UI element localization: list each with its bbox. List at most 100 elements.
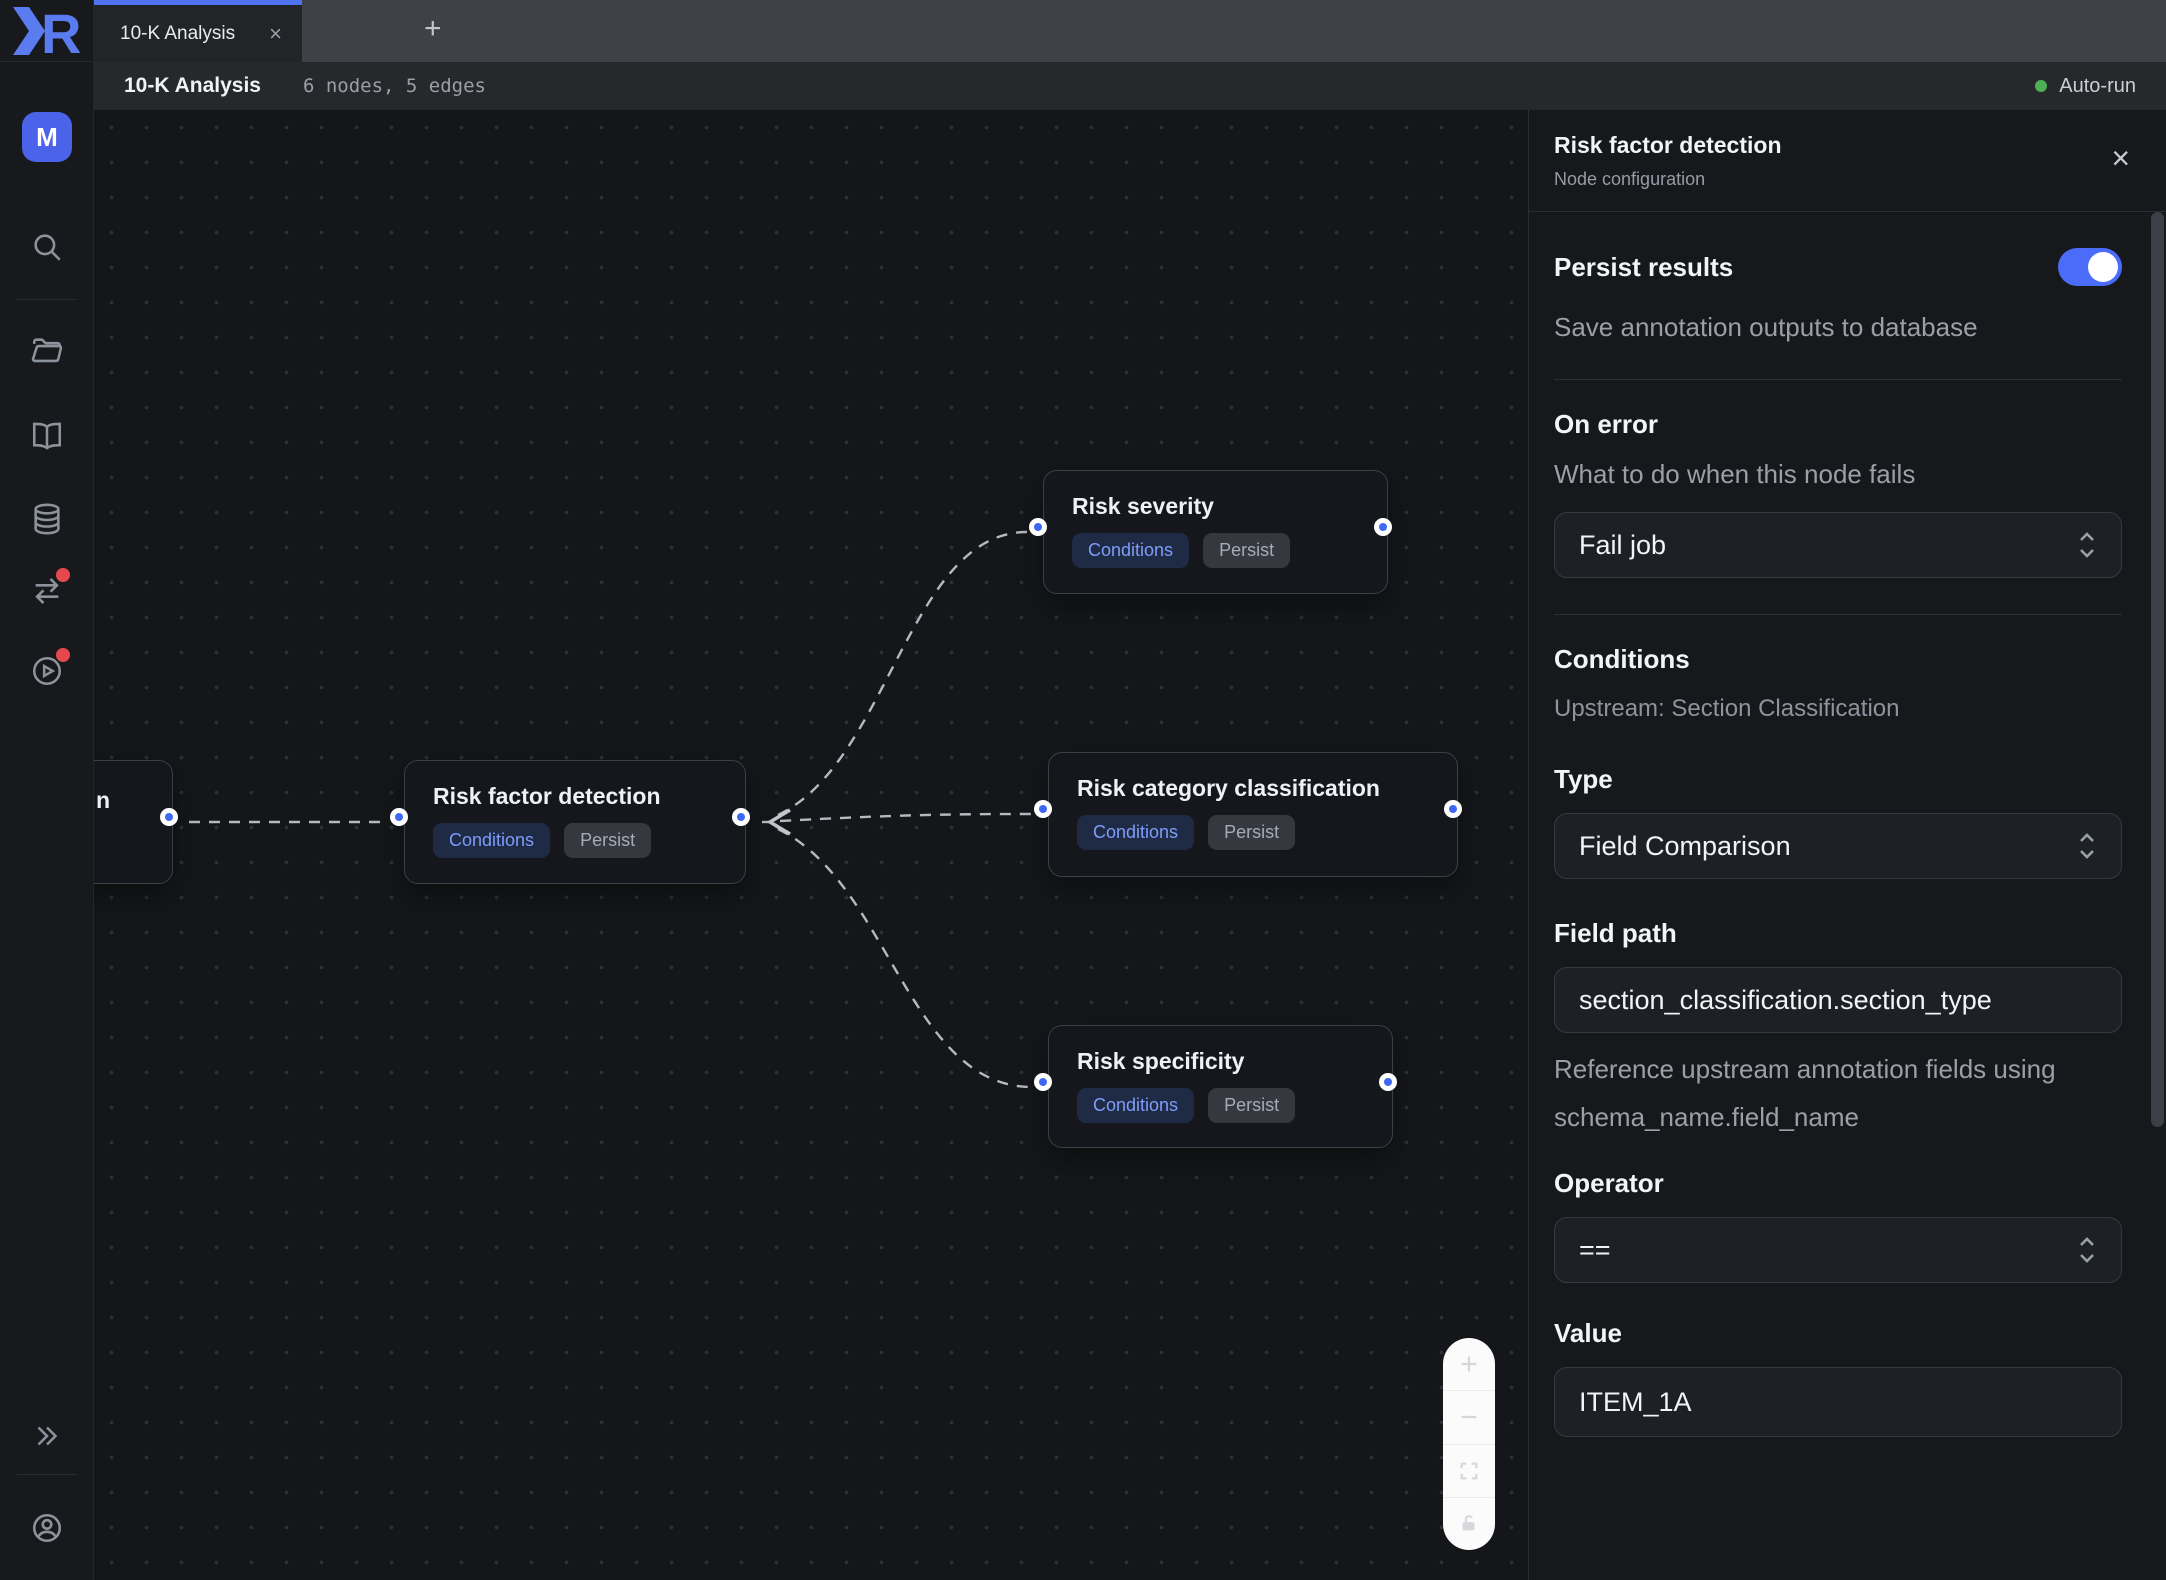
app-logo[interactable]: R	[0, 0, 94, 62]
node-risk-factor-detection[interactable]: Risk factor detection Conditions Persist	[404, 760, 746, 884]
persist-badge: Persist	[1203, 533, 1290, 568]
field-path-help: Reference upstream annotation fields usi…	[1554, 1045, 2122, 1141]
unlock-icon	[1458, 1513, 1480, 1535]
field-path-label: Field path	[1554, 915, 2122, 951]
sidebar-item-database[interactable]	[0, 502, 94, 536]
port-input[interactable]	[1034, 1073, 1052, 1091]
edge[interactable]	[778, 829, 1032, 1087]
node-title: Risk specificity	[1077, 1048, 1364, 1075]
panel-scrollbar[interactable]	[2151, 212, 2164, 1127]
port-output[interactable]	[732, 808, 750, 826]
zoom-in-button[interactable]	[1443, 1338, 1495, 1390]
autorun-status-dot	[2035, 80, 2047, 92]
search-icon	[30, 230, 64, 264]
sidebar-item-projects[interactable]	[0, 334, 94, 368]
zoom-out-button[interactable]	[1443, 1390, 1495, 1443]
tab-10k-analysis[interactable]: 10-K Analysis ×	[94, 0, 302, 62]
port-output[interactable]	[1374, 518, 1392, 536]
panel-body: Persist results Save annotation outputs …	[1529, 212, 2166, 1437]
sidebar-item-runs[interactable]	[0, 654, 94, 688]
conditions-badge: Conditions	[1077, 1088, 1194, 1123]
folder-icon	[30, 334, 64, 368]
fit-view-icon	[1458, 1460, 1480, 1482]
node-risk-severity[interactable]: Risk severity Conditions Persist	[1043, 470, 1388, 594]
persist-results-description: Save annotation outputs to database	[1554, 303, 1984, 351]
type-select[interactable]: Field Comparison	[1554, 813, 2122, 879]
sidebar-divider	[17, 1474, 77, 1475]
operator-select[interactable]: ==	[1554, 1217, 2122, 1283]
toggle-knob	[2088, 252, 2118, 282]
sidebar: R M	[0, 0, 94, 1580]
type-label: Type	[1554, 761, 2122, 797]
play-circle-icon	[30, 654, 64, 688]
port-input[interactable]	[1034, 800, 1052, 818]
notification-dot	[56, 648, 70, 662]
node-title: n	[96, 787, 110, 814]
conditions-upstream: Upstream: Section Classification	[1554, 693, 2122, 725]
workflow-title: 10-K Analysis	[124, 74, 261, 98]
conditions-label: Conditions	[1554, 641, 2122, 677]
conditions-badge: Conditions	[433, 823, 550, 858]
port-output[interactable]	[1444, 800, 1462, 818]
node-title: Risk category classification	[1077, 775, 1429, 802]
tab-bar: 10-K Analysis × +	[94, 0, 2166, 62]
chevrons-right-icon	[30, 1419, 64, 1453]
on-error-description: What to do when this node fails	[1554, 456, 2122, 492]
sidebar-item-search[interactable]	[0, 230, 94, 264]
book-icon	[30, 419, 64, 453]
node-title: Risk severity	[1072, 493, 1359, 520]
close-icon[interactable]: ×	[2111, 142, 2130, 174]
on-error-label: On error	[1554, 406, 2122, 442]
persist-badge: Persist	[564, 823, 651, 858]
database-icon	[30, 502, 64, 536]
conditions-badge: Conditions	[1077, 815, 1194, 850]
tab-label: 10-K Analysis	[120, 23, 269, 45]
persist-results-toggle[interactable]	[2058, 248, 2122, 286]
sidebar-collapse-button[interactable]	[0, 1419, 94, 1453]
sidebar-item-library[interactable]	[0, 419, 94, 453]
transfer-arrows-icon	[30, 574, 64, 608]
canvas-zoom-controls	[1443, 1338, 1495, 1550]
on-error-select[interactable]: Fail job	[1554, 512, 2122, 578]
brand-logo-icon: R	[9, 5, 85, 57]
node-title: Risk factor detection	[433, 783, 717, 810]
fit-view-button[interactable]	[1443, 1444, 1495, 1497]
sidebar-item-account[interactable]	[0, 1511, 94, 1545]
chevron-updown-icon	[2077, 530, 2097, 560]
section-divider	[1554, 379, 2122, 380]
operator-label: Operator	[1554, 1165, 2122, 1201]
persist-badge: Persist	[1208, 815, 1295, 850]
port-output[interactable]	[1379, 1073, 1397, 1091]
port-input[interactable]	[1029, 518, 1047, 536]
port-output[interactable]	[160, 808, 178, 826]
autorun-status[interactable]: Auto-run	[2035, 75, 2136, 98]
chevron-updown-icon	[2077, 1235, 2097, 1265]
user-circle-icon	[30, 1511, 64, 1545]
field-path-input[interactable]: section_classification.section_type	[1554, 967, 2122, 1033]
value-input[interactable]: ITEM_1A	[1554, 1367, 2122, 1437]
persist-results-label: Persist results	[1554, 252, 1733, 283]
lock-button[interactable]	[1443, 1497, 1495, 1550]
port-input[interactable]	[390, 808, 408, 826]
edge[interactable]	[778, 532, 1027, 815]
chevron-updown-icon	[2077, 831, 2097, 861]
new-tab-button[interactable]: +	[424, 0, 442, 57]
workflow-stats: 6 nodes, 5 edges	[303, 75, 486, 97]
workflow-canvas[interactable]: n Risk factor detection Conditions Persi…	[94, 110, 1528, 1580]
notification-dot	[56, 568, 70, 582]
sidebar-divider	[17, 299, 77, 300]
node-risk-category-classification[interactable]: Risk category classification Conditions …	[1048, 752, 1458, 877]
type-value: Field Comparison	[1579, 831, 1791, 862]
plus-icon	[1458, 1353, 1480, 1375]
operator-value: ==	[1579, 1235, 1611, 1266]
on-error-value: Fail job	[1579, 530, 1666, 561]
minus-icon	[1458, 1406, 1480, 1428]
workflow-toolbar: 10-K Analysis 6 nodes, 5 edges Auto-run	[94, 62, 2166, 110]
section-divider	[1554, 614, 2122, 615]
sidebar-item-workflows[interactable]	[0, 574, 94, 608]
edge[interactable]	[780, 814, 1032, 821]
workspace-avatar[interactable]: M	[22, 112, 72, 162]
node-config-panel: Risk factor detection Node configuration…	[1528, 110, 2166, 1580]
tab-close-icon[interactable]: ×	[269, 23, 282, 45]
node-risk-specificity[interactable]: Risk specificity Conditions Persist	[1048, 1025, 1393, 1148]
